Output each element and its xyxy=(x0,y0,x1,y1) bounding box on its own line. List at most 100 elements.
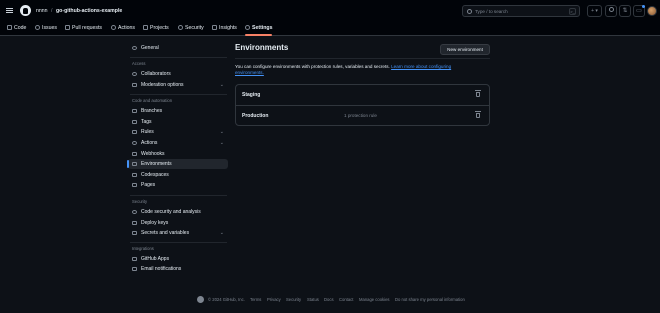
chevron-down-icon: ⌄ xyxy=(219,140,224,146)
sidebar-item-webhooks[interactable]: Webhooks xyxy=(128,149,228,159)
sidebar-item-github-apps[interactable]: GitHub Apps xyxy=(128,254,228,264)
chevron-down-icon: ⌄ xyxy=(219,230,224,236)
sidebar-item-deploy-keys[interactable]: Deploy keys xyxy=(128,218,228,228)
sidebar-heading-integrations: Integrations xyxy=(132,246,154,251)
browser-icon xyxy=(132,183,137,187)
tab-issues[interactable]: Issues xyxy=(35,24,57,36)
table-icon xyxy=(143,25,148,30)
play-icon xyxy=(132,141,137,145)
hamburger-menu-icon[interactable] xyxy=(5,6,14,15)
chevron-down-icon: ⌄ xyxy=(219,82,224,88)
footer-link-terms[interactable]: Terms xyxy=(250,297,261,302)
sidebar-heading-code-automation: Code and automation xyxy=(132,98,173,103)
repo-owner-link[interactable]: nnnn xyxy=(36,8,48,14)
notifications-inbox-icon[interactable]: ▭ xyxy=(633,5,645,17)
tab-pull-requests[interactable]: Pull requests xyxy=(65,24,102,36)
sidebar-item-code-security[interactable]: Code security and analysis xyxy=(128,207,228,217)
apps-icon xyxy=(132,257,137,261)
graph-icon xyxy=(212,25,217,30)
header-top-row: nnnn / go-github-actions-example Type / … xyxy=(0,0,660,22)
environment-rules: 1 protection rule xyxy=(344,113,377,118)
sidebar-item-actions[interactable]: Actions ⌄ xyxy=(128,138,228,148)
footer-link-manage-cookies[interactable]: Manage cookies xyxy=(359,297,390,302)
environment-row-staging[interactable]: Staging xyxy=(236,85,489,105)
sidebar-item-email-notifications[interactable]: Email notifications xyxy=(128,264,228,274)
sidebar-item-rules[interactable]: Rules ⌄ xyxy=(128,127,228,137)
footer-copyright: © 2024 GitHub, Inc. xyxy=(208,297,245,302)
sidebar-item-tags[interactable]: Tags xyxy=(128,117,228,127)
trash-icon[interactable] xyxy=(475,111,481,118)
shield-icon xyxy=(178,25,183,30)
sidebar-item-collaborators[interactable]: Collaborators xyxy=(128,69,228,79)
sidebar-item-pages[interactable]: Pages xyxy=(128,180,228,190)
repo-name-link[interactable]: go-github-actions-example xyxy=(56,8,122,14)
title-divider xyxy=(235,58,490,59)
page-footer: © 2024 GitHub, Inc. Terms Privacy Securi… xyxy=(0,296,660,304)
sidebar-item-codespaces[interactable]: Codespaces xyxy=(128,170,228,180)
sidebar-divider xyxy=(130,195,227,196)
tab-insights[interactable]: Insights xyxy=(212,24,237,36)
key-icon xyxy=(132,221,137,225)
play-icon xyxy=(111,25,116,30)
sidebar-item-general[interactable]: General xyxy=(128,43,228,53)
sidebar-divider xyxy=(130,242,227,243)
mail-icon xyxy=(132,267,137,271)
sidebar-heading-security: Security xyxy=(132,199,148,204)
environments-description: You can configure environments with prot… xyxy=(235,64,452,75)
create-new-button[interactable]: + ▾ xyxy=(587,5,602,17)
your-pull-requests-icon[interactable]: ⇅ xyxy=(619,5,631,17)
sidebar-item-environments[interactable]: Environments xyxy=(127,159,228,169)
your-issues-icon[interactable] xyxy=(605,5,617,17)
page-title: Environments xyxy=(235,43,289,52)
tab-settings[interactable]: Settings xyxy=(245,24,273,36)
chevron-down-icon: ⌄ xyxy=(219,129,224,135)
people-icon xyxy=(132,72,137,76)
sidebar-item-moderation[interactable]: Moderation options ⌄ xyxy=(128,80,228,90)
environment-row-production[interactable]: Production 1 protection rule xyxy=(236,105,489,125)
repo-tabs: Code Issues Pull requests Actions Projec… xyxy=(0,22,660,36)
footer-link-security[interactable]: Security xyxy=(286,297,301,302)
trash-icon[interactable] xyxy=(475,90,481,97)
user-avatar[interactable] xyxy=(647,6,657,16)
global-header: nnnn / go-github-actions-example Type / … xyxy=(0,0,660,36)
footer-link-docs[interactable]: Docs xyxy=(324,297,334,302)
sidebar-item-branches[interactable]: Branches xyxy=(128,106,228,116)
tab-security[interactable]: Security xyxy=(178,24,204,36)
footer-link-privacy[interactable]: Privacy xyxy=(267,297,281,302)
environment-name[interactable]: Production xyxy=(242,113,268,119)
code-icon xyxy=(7,25,12,30)
environments-list: Staging Production 1 protection rule xyxy=(235,84,490,126)
footer-link-status[interactable]: Status xyxy=(307,297,319,302)
search-input[interactable]: Type / to search >_ xyxy=(462,5,580,17)
new-environment-button[interactable]: New environment xyxy=(440,44,490,55)
server-icon xyxy=(132,162,137,166)
tab-code[interactable]: Code xyxy=(7,24,26,36)
tab-projects[interactable]: Projects xyxy=(143,24,169,36)
pull-request-icon xyxy=(65,25,70,30)
asterisk-icon xyxy=(132,231,137,235)
environment-name[interactable]: Staging xyxy=(242,92,260,98)
tab-actions[interactable]: Actions xyxy=(111,24,135,36)
comment-discussion-icon xyxy=(132,83,137,87)
tag-icon xyxy=(132,120,137,124)
sidebar-item-secrets[interactable]: Secrets and variables ⌄ xyxy=(128,228,228,238)
gear-icon xyxy=(132,46,137,50)
unread-dot xyxy=(642,5,645,8)
sidebar-divider xyxy=(130,94,227,95)
codescan-icon xyxy=(132,210,137,214)
github-logo-icon[interactable] xyxy=(20,5,31,16)
codespaces-icon xyxy=(132,173,137,177)
sidebar-divider xyxy=(130,57,227,58)
command-palette-icon[interactable]: >_ xyxy=(569,8,576,15)
github-footer-logo-icon[interactable] xyxy=(197,296,204,303)
webhook-icon xyxy=(132,152,137,156)
sidebar-heading-access: Access xyxy=(132,61,146,66)
search-icon xyxy=(467,9,472,14)
breadcrumb-separator: / xyxy=(51,8,53,14)
footer-link-do-not-share[interactable]: Do not share my personal information xyxy=(395,297,465,302)
issue-icon xyxy=(35,25,40,30)
branch-icon xyxy=(132,109,137,113)
gear-icon xyxy=(245,25,250,30)
footer-link-contact[interactable]: Contact xyxy=(339,297,353,302)
repo-push-icon xyxy=(132,130,137,134)
